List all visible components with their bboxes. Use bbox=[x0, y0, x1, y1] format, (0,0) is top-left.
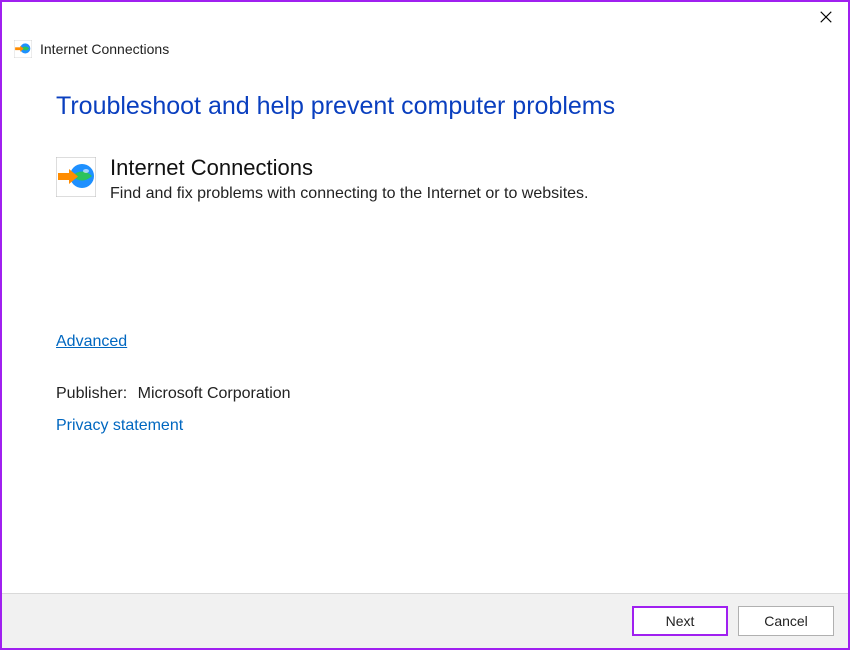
tab-header: Internet Connections bbox=[2, 32, 848, 72]
next-button[interactable]: Next bbox=[632, 606, 728, 636]
publisher-label: Publisher: bbox=[56, 385, 127, 402]
publisher-value: Microsoft Corporation bbox=[138, 385, 291, 402]
advanced-link[interactable]: Advanced bbox=[56, 333, 127, 351]
tab-title: Internet Connections bbox=[40, 41, 169, 57]
internet-connections-small-icon bbox=[14, 40, 32, 58]
close-icon bbox=[819, 10, 833, 24]
title-bar bbox=[2, 2, 848, 32]
close-button[interactable] bbox=[814, 5, 838, 29]
troubleshooter-name: Internet Connections bbox=[110, 155, 588, 181]
cancel-button[interactable]: Cancel bbox=[738, 606, 834, 636]
troubleshooter-row: Internet Connections Find and fix proble… bbox=[56, 155, 794, 203]
troubleshooter-window: Internet Connections Troubleshoot and he… bbox=[2, 2, 848, 648]
troubleshooter-description: Find and fix problems with connecting to… bbox=[110, 185, 588, 203]
content-area: Troubleshoot and help prevent computer p… bbox=[2, 72, 848, 593]
troubleshooter-info: Internet Connections Find and fix proble… bbox=[110, 155, 588, 203]
page-title: Troubleshoot and help prevent computer p… bbox=[56, 92, 794, 121]
privacy-statement-link[interactable]: Privacy statement bbox=[56, 417, 183, 435]
publisher-row: Publisher: Microsoft Corporation bbox=[56, 385, 794, 403]
internet-connections-large-icon bbox=[56, 157, 96, 197]
footer-button-bar: Next Cancel bbox=[2, 593, 848, 648]
